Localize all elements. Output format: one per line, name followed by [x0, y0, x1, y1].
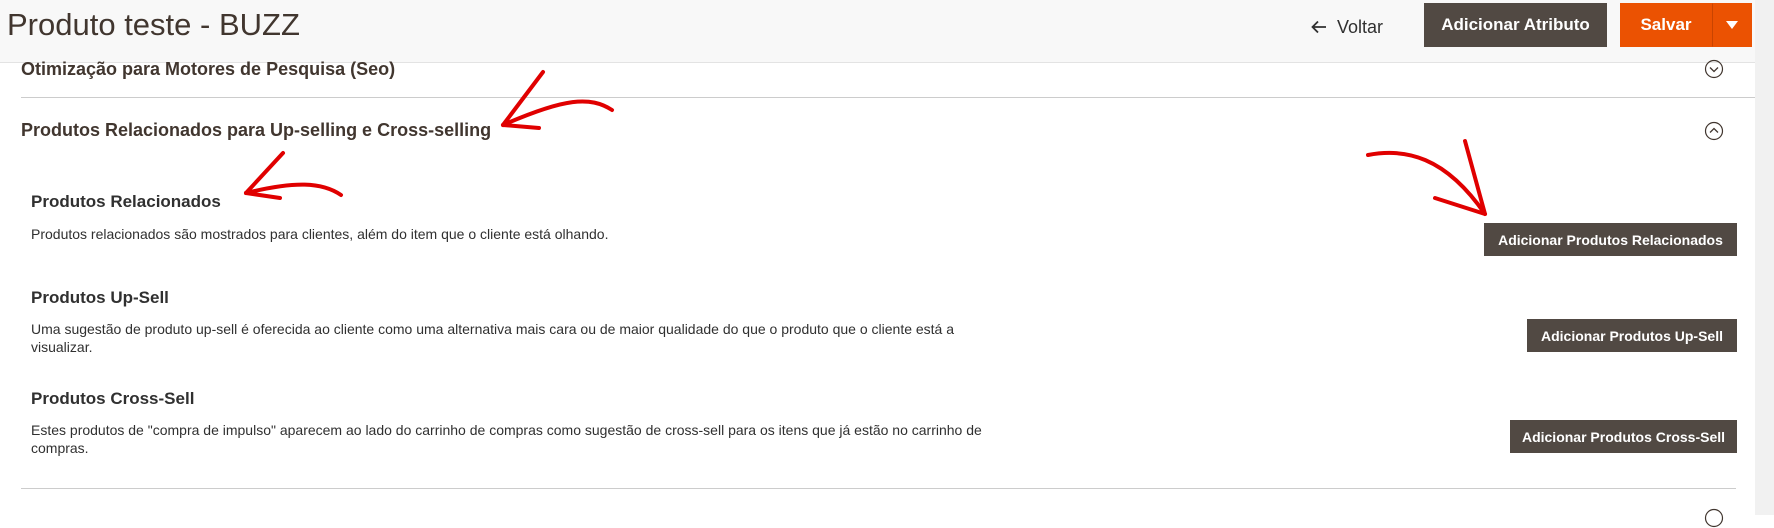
related-products-title: Produtos Relacionados	[31, 192, 221, 211]
crosssell-products-description-line2: compras.	[31, 440, 89, 456]
upsell-products-description-line1: Uma sugestão de produto up-sell é oferec…	[31, 321, 955, 337]
chevron-down-circle-icon[interactable]	[1704, 508, 1724, 528]
back-label: Voltar	[1337, 16, 1384, 37]
arrow-left-icon	[1311, 20, 1326, 34]
add-attribute-button[interactable]: Adicionar Atributo	[1424, 3, 1607, 47]
add-crosssell-products-button[interactable]: Adicionar Produtos Cross-Sell	[1510, 420, 1737, 453]
back-button[interactable]: Voltar	[1311, 10, 1383, 44]
page-title: Produto teste - BUZZ	[7, 7, 300, 42]
save-split-button: Salvar	[1620, 3, 1752, 47]
red-arrow-annotation	[244, 151, 343, 200]
related-products-description: Produtos relacionados são mostrados para…	[31, 226, 609, 242]
add-upsell-products-button[interactable]: Adicionar Produtos Up-Sell	[1527, 319, 1737, 352]
upsell-products-title: Produtos Up-Sell	[31, 288, 169, 307]
seo-section[interactable]: Otimização para Motores de Pesquisa (Seo…	[21, 56, 1755, 98]
chevron-up-circle-icon[interactable]	[1704, 121, 1724, 141]
add-related-products-button[interactable]: Adicionar Produtos Relacionados	[1484, 223, 1737, 256]
crosssell-products-description-line1: Estes produtos de "compra de impulso" ap…	[31, 422, 982, 438]
red-arrow-annotation	[1366, 139, 1487, 216]
upsell-products-description-line2: visualizar.	[31, 339, 93, 355]
save-button[interactable]: Salvar	[1620, 3, 1712, 47]
related-section-title[interactable]: Produtos Relacionados para Up-selling e …	[21, 120, 491, 141]
scrollbar[interactable]	[1755, 0, 1774, 515]
section-divider	[21, 488, 1736, 489]
chevron-down-circle-icon[interactable]	[1704, 59, 1724, 79]
seo-section-title: Otimização para Motores de Pesquisa (Seo…	[21, 59, 396, 79]
save-menu-toggle[interactable]	[1712, 3, 1752, 47]
caret-down-icon	[1726, 21, 1738, 29]
crosssell-products-title: Produtos Cross-Sell	[31, 389, 195, 408]
page-header: Produto teste - BUZZ Voltar Adicionar At…	[0, 0, 1755, 63]
